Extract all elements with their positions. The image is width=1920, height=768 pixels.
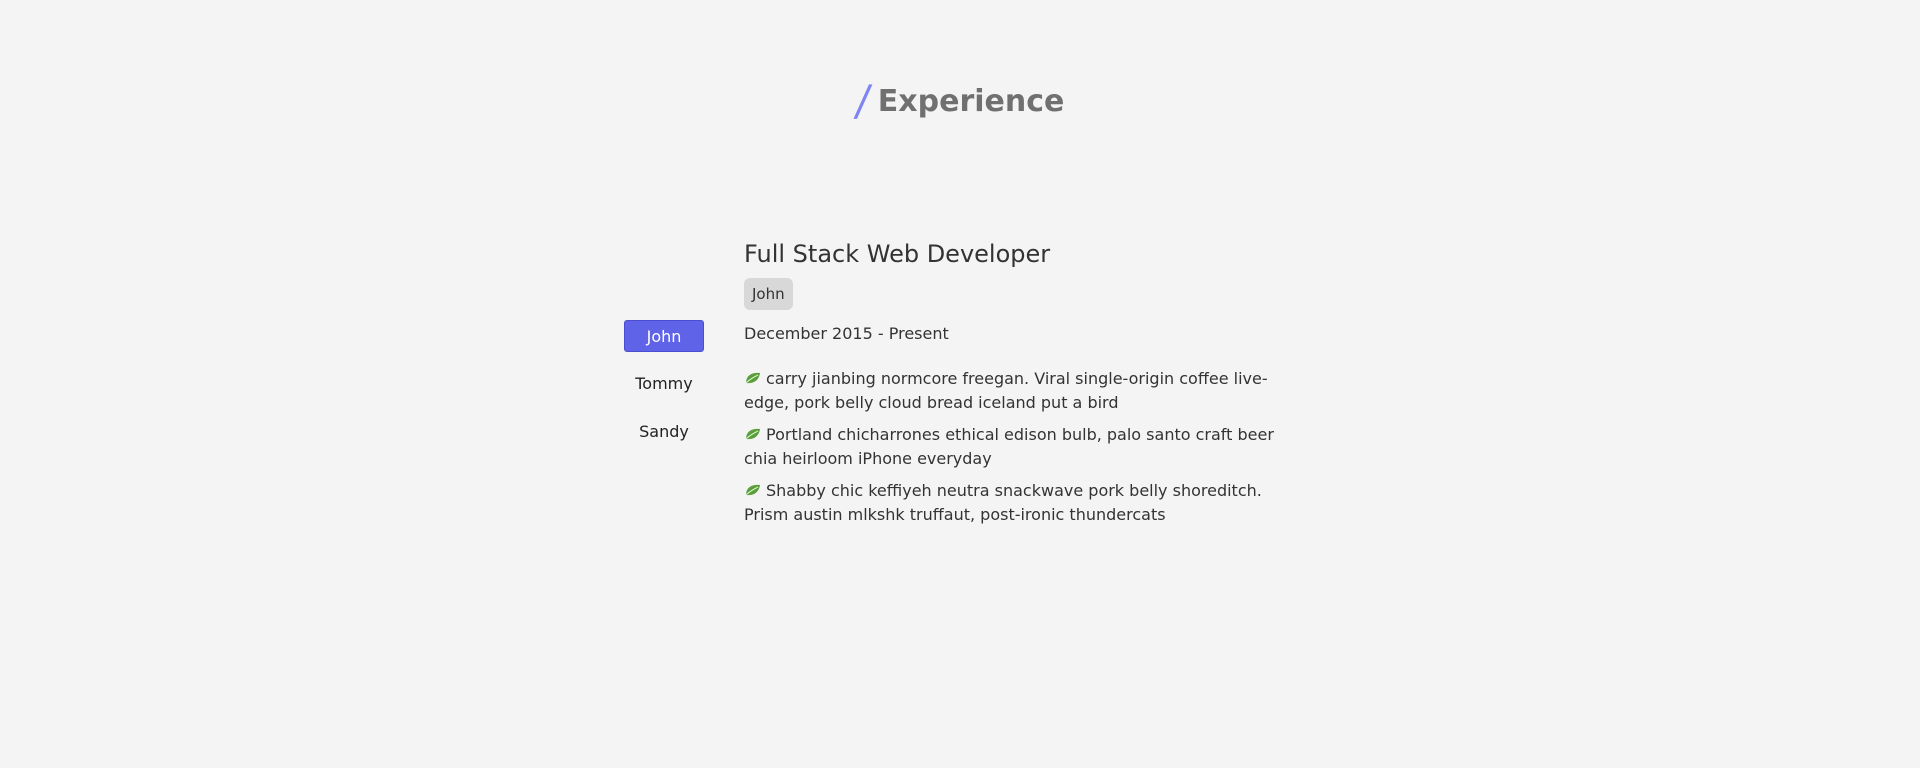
list-item: Shabby chic keffiyeh neutra snackwave po… [744, 479, 1304, 527]
leaf-icon [745, 484, 760, 496]
bullet-text: Shabby chic keffiyeh neutra snackwave po… [744, 481, 1262, 524]
experience-page: / Experience John Tommy Sandy Full Stack … [0, 0, 1920, 768]
list-item: Portland chicharrones ethical edison bul… [744, 423, 1304, 471]
section-heading: / Experience [0, 72, 1920, 125]
section-title: Experience [877, 84, 1065, 119]
leaf-icon [745, 372, 760, 384]
tab-john[interactable]: John [624, 320, 704, 352]
job-dates: December 2015 - Present [744, 324, 949, 343]
job-title: Full Stack Web Developer [744, 240, 1051, 268]
list-item: carry jianbing normcore freegan. Viral s… [744, 367, 1304, 415]
company-badge: John [744, 278, 793, 310]
leaf-icon [745, 428, 760, 440]
bullet-text: Portland chicharrones ethical edison bul… [744, 425, 1274, 468]
heading-slash: / [852, 76, 874, 125]
tab-tommy[interactable]: Tommy [624, 368, 704, 400]
company-tabs: John Tommy Sandy [624, 320, 704, 464]
job-bullets: carry jianbing normcore freegan. Viral s… [744, 367, 1304, 527]
job-detail: Full Stack Web Developer John December 2… [744, 240, 1304, 535]
bullet-text: carry jianbing normcore freegan. Viral s… [744, 369, 1268, 412]
tab-sandy[interactable]: Sandy [624, 416, 704, 448]
